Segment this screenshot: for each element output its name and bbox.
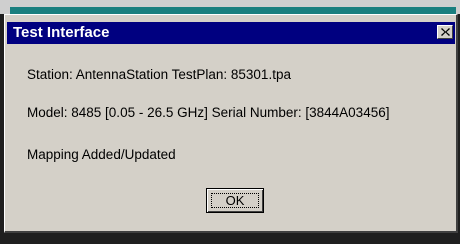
message-dialog: Test Interface Station: AntennaStation T… <box>4 14 458 233</box>
model-serial-text: Model: 8485 [0.05 - 26.5 GHz] Serial Num… <box>27 105 390 120</box>
ok-button-label: OK <box>225 193 245 208</box>
screen-background: Test Interface Station: AntennaStation T… <box>0 0 460 244</box>
status-message-text: Mapping Added/Updated <box>27 147 176 162</box>
background-window-strip <box>0 0 460 14</box>
focus-rectangle: OK <box>211 193 259 208</box>
close-button[interactable] <box>437 25 453 39</box>
station-testplan-text: Station: AntennaStation TestPlan: 85301.… <box>27 67 291 82</box>
window-title: Test Interface <box>13 24 110 41</box>
background-window-accent <box>10 7 456 14</box>
title-bar[interactable]: Test Interface <box>7 22 455 44</box>
close-icon <box>440 28 450 36</box>
ok-button[interactable]: OK <box>206 188 264 213</box>
